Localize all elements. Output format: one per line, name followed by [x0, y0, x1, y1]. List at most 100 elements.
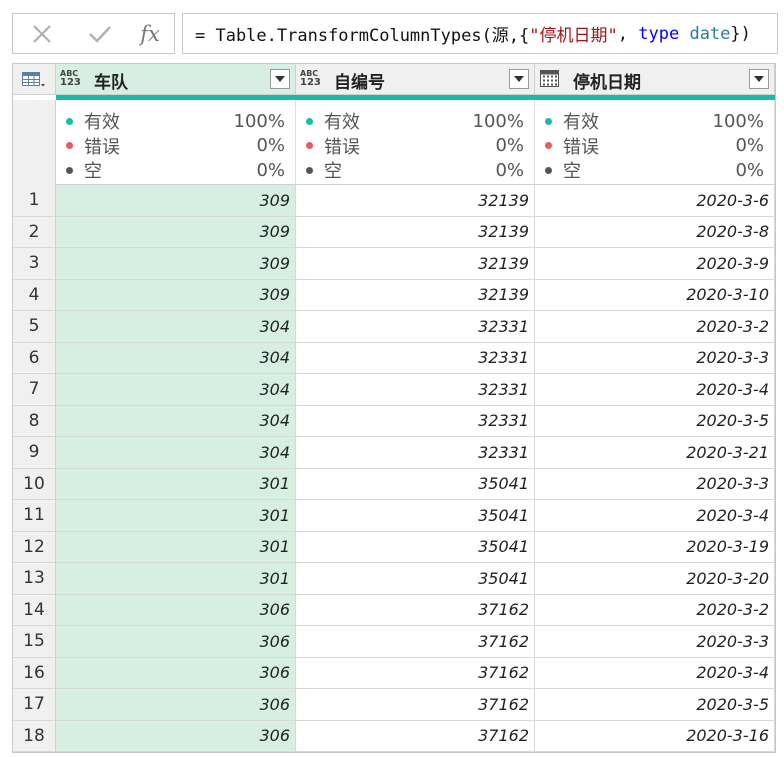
- table-cell-id[interactable]: 37162: [296, 626, 535, 658]
- table-cell-date[interactable]: 2020-3-4: [535, 500, 775, 532]
- table-cell-date[interactable]: 2020-3-3: [535, 468, 775, 500]
- table-cell-date[interactable]: 2020-3-5: [535, 405, 775, 437]
- row-number[interactable]: 10: [13, 469, 55, 500]
- table-cell-id[interactable]: 35041: [296, 531, 535, 563]
- column-header-id[interactable]: ABC 123 自编号: [296, 64, 535, 95]
- quality-percent: 100%: [712, 110, 764, 132]
- table-cell-team[interactable]: 309: [56, 248, 296, 280]
- row-number[interactable]: 7: [13, 374, 55, 406]
- quality-percent: 100%: [233, 110, 285, 132]
- table-menu-button[interactable]: [13, 64, 56, 95]
- table-cell-date[interactable]: 2020-3-20: [535, 563, 775, 595]
- chevron-down-icon: [275, 76, 285, 82]
- table-cell-team[interactable]: 301: [56, 500, 296, 532]
- table-cell-id[interactable]: 35041: [296, 468, 535, 500]
- table-cell-date[interactable]: 2020-3-4: [535, 374, 775, 406]
- table-cell-team[interactable]: 301: [56, 468, 296, 500]
- table-cell-date[interactable]: 2020-3-8: [535, 216, 775, 248]
- table-cell-date[interactable]: 2020-3-21: [535, 437, 775, 469]
- table-cell-team[interactable]: 301: [56, 563, 296, 595]
- row-number[interactable]: 13: [13, 563, 55, 595]
- abc-123-type-icon[interactable]: ABC 123: [300, 69, 321, 88]
- table-cell-team[interactable]: 304: [56, 342, 296, 374]
- table-cell-team[interactable]: 301: [56, 531, 296, 563]
- column-filter-dropdown[interactable]: [509, 69, 529, 89]
- abc-123-type-icon[interactable]: ABC 123: [60, 69, 81, 88]
- row-number[interactable]: 14: [13, 595, 55, 626]
- quality-percent: 100%: [472, 110, 524, 132]
- formula-input[interactable]: = Table.TransformColumnTypes(源,{"停机日期", …: [182, 13, 778, 54]
- table-cell-id[interactable]: 32139: [296, 185, 535, 217]
- table-cell-date[interactable]: 2020-3-4: [535, 657, 775, 689]
- table-cell-id[interactable]: 32139: [296, 248, 535, 280]
- table-cell-team[interactable]: 306: [56, 657, 296, 689]
- row-number[interactable]: 11: [13, 500, 55, 532]
- column-filter-dropdown[interactable]: [270, 69, 290, 89]
- table-cell-id[interactable]: 32139: [296, 279, 535, 311]
- row-number[interactable]: 3: [13, 248, 55, 280]
- table-cell-team[interactable]: 304: [56, 311, 296, 343]
- table-cell-id[interactable]: 32331: [296, 342, 535, 374]
- row-number[interactable]: 8: [13, 406, 55, 437]
- table-cell-team[interactable]: 306: [56, 594, 296, 626]
- row-number[interactable]: 6: [13, 343, 55, 374]
- table-cell-team[interactable]: 309: [56, 279, 296, 311]
- table-cell-date[interactable]: 2020-3-6: [535, 185, 775, 217]
- table-cell-date[interactable]: 2020-3-5: [535, 689, 775, 721]
- table-cell-date[interactable]: 2020-3-16: [535, 720, 775, 752]
- quality-label: 空: [563, 161, 581, 182]
- row-number[interactable]: 2: [13, 217, 55, 248]
- row-number[interactable]: 12: [13, 532, 55, 563]
- column-title: 自编号: [334, 73, 385, 93]
- row-number[interactable]: 17: [13, 689, 55, 721]
- row-number[interactable]: 4: [13, 280, 55, 311]
- quality-percent: 0%: [256, 135, 285, 156]
- row-number[interactable]: 18: [13, 721, 55, 752]
- commit-button[interactable]: [83, 14, 117, 53]
- table-cell-date[interactable]: 2020-3-2: [535, 311, 775, 343]
- table-cell-id[interactable]: 35041: [296, 563, 535, 595]
- table-cell-id[interactable]: 32331: [296, 374, 535, 406]
- table-cell-team[interactable]: 306: [56, 720, 296, 752]
- row-number[interactable]: 1: [13, 185, 55, 217]
- table-cell-date[interactable]: 2020-3-3: [535, 342, 775, 374]
- table-cell-team[interactable]: 309: [56, 216, 296, 248]
- quality-label: 错误: [324, 136, 360, 158]
- table-cell-team[interactable]: 306: [56, 626, 296, 658]
- table-cell-id[interactable]: 32139: [296, 216, 535, 248]
- insert-function-button[interactable]: fx: [133, 14, 167, 53]
- column-header-date[interactable]: 停机日期: [535, 64, 775, 95]
- column-header-team[interactable]: ABC 123 车队: [56, 64, 296, 95]
- column-filter-dropdown[interactable]: [749, 69, 769, 89]
- table-cell-id[interactable]: 37162: [296, 720, 535, 752]
- table-cell-id[interactable]: 32331: [296, 405, 535, 437]
- table-cell-id[interactable]: 32331: [296, 437, 535, 469]
- quality-percent: 0%: [735, 135, 764, 156]
- table-cell-date[interactable]: 2020-3-10: [535, 279, 775, 311]
- table-cell-date[interactable]: 2020-3-19: [535, 531, 775, 563]
- table-cell-id[interactable]: 35041: [296, 500, 535, 532]
- table-cell-team[interactable]: 304: [56, 405, 296, 437]
- table-cell-id[interactable]: 37162: [296, 594, 535, 626]
- table-cell-team[interactable]: 306: [56, 689, 296, 721]
- row-number[interactable]: 16: [13, 658, 55, 689]
- quality-dot-icon: [545, 142, 552, 149]
- table-cell-id[interactable]: 37162: [296, 657, 535, 689]
- row-number[interactable]: 15: [13, 626, 55, 658]
- table-cell-team[interactable]: 309: [56, 185, 296, 217]
- row-number[interactable]: 5: [13, 311, 55, 343]
- table-cell-team[interactable]: 304: [56, 437, 296, 469]
- calendar-icon[interactable]: [540, 70, 560, 88]
- close-icon: [33, 24, 51, 43]
- row-number[interactable]: 9: [13, 437, 55, 469]
- quality-row: 有效 100%: [66, 109, 285, 133]
- table-cell-id[interactable]: 37162: [296, 689, 535, 721]
- column-title: 车队: [94, 73, 128, 93]
- table-cell-id[interactable]: 32331: [296, 311, 535, 343]
- quality-label: 有效: [563, 112, 599, 133]
- table-cell-date[interactable]: 2020-3-3: [535, 626, 775, 658]
- cancel-button[interactable]: [25, 14, 59, 53]
- table-cell-date[interactable]: 2020-3-9: [535, 248, 775, 280]
- table-cell-date[interactable]: 2020-3-2: [535, 594, 775, 626]
- table-cell-team[interactable]: 304: [56, 374, 296, 406]
